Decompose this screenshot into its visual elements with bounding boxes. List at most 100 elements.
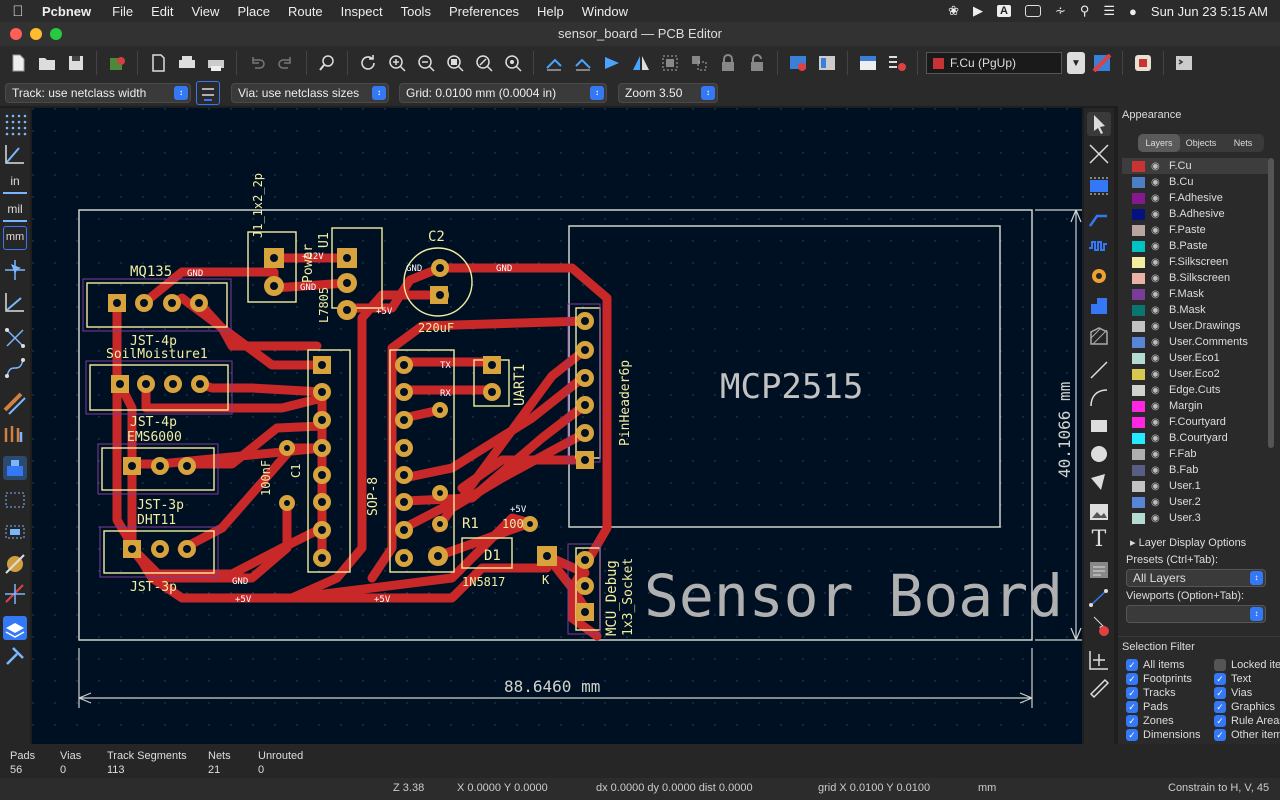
layer-color-swatch[interactable]: [1132, 304, 1145, 316]
cursor-crosshair-icon[interactable]: [3, 258, 27, 282]
high-contrast-icon[interactable]: [3, 456, 27, 480]
spotlight-icon[interactable]: ⚲: [1080, 3, 1090, 19]
checkbox-icon[interactable]: ✓: [1126, 673, 1138, 685]
eye-icon[interactable]: ◉: [1151, 289, 1163, 300]
tab-nets[interactable]: Nets: [1222, 134, 1264, 152]
menu-file[interactable]: File: [103, 4, 142, 19]
zoom-fit-icon[interactable]: [443, 51, 467, 75]
layer-color-swatch[interactable]: [1132, 384, 1145, 396]
eye-icon[interactable]: ◉: [1151, 433, 1163, 444]
layer-row[interactable]: ◉ Edge.Cuts: [1122, 382, 1268, 398]
pcb-canvas[interactable]: MCP2515 Sensor Board MQ135 J1_1x2_2p Pow…: [32, 108, 1082, 744]
layer-row[interactable]: ◉ User.1: [1122, 478, 1268, 494]
eye-icon[interactable]: ◉: [1151, 305, 1163, 316]
layer-row[interactable]: ◉ F.Adhesive: [1122, 190, 1268, 206]
plot-icon[interactable]: [204, 51, 228, 75]
layer-color-swatch[interactable]: [1132, 448, 1145, 460]
layer-pair-icon[interactable]: [1090, 51, 1114, 75]
auto-track-width-icon[interactable]: [196, 81, 220, 105]
tab-layers[interactable]: Layers: [1138, 134, 1180, 152]
layer-row[interactable]: ◉ User.3: [1122, 510, 1268, 526]
select-icon[interactable]: [1087, 112, 1111, 136]
properties-icon[interactable]: [3, 644, 27, 668]
zoom-in-icon[interactable]: [385, 51, 409, 75]
clock[interactable]: Sun Jun 23 5:15 AM: [1151, 4, 1268, 19]
eye-icon[interactable]: ◉: [1151, 193, 1163, 204]
polar-coords-icon[interactable]: [3, 142, 27, 166]
track-width-select[interactable]: Track: use netclass width ↕: [5, 83, 191, 103]
layer-row[interactable]: ◉ User.Eco1: [1122, 350, 1268, 366]
layer-color-swatch[interactable]: [1132, 400, 1145, 412]
layer-row[interactable]: ◉ User.Comments: [1122, 334, 1268, 350]
layer-color-swatch[interactable]: [1132, 288, 1145, 300]
menu-tools[interactable]: Tools: [392, 4, 440, 19]
via-display-icon[interactable]: [3, 392, 27, 416]
lock-icon[interactable]: [716, 51, 740, 75]
filter-checkbox[interactable]: ✓ All items: [1126, 659, 1185, 671]
layer-color-swatch[interactable]: [1132, 336, 1145, 348]
save-icon[interactable]: [64, 51, 88, 75]
zoom-selection-icon[interactable]: [501, 51, 525, 75]
eye-icon[interactable]: ◉: [1151, 481, 1163, 492]
eye-icon[interactable]: ◉: [1151, 257, 1163, 268]
rotate-ccw-icon[interactable]: [542, 51, 566, 75]
eye-icon[interactable]: ◉: [1151, 273, 1163, 284]
eye-icon[interactable]: ◉: [1151, 513, 1163, 524]
update-pcb-icon[interactable]: [786, 51, 810, 75]
measure-tool-icon[interactable]: [1087, 676, 1111, 700]
layer-color-swatch[interactable]: [1132, 256, 1145, 268]
layer-row[interactable]: ◉ User.2: [1122, 494, 1268, 510]
layer-row[interactable]: ◉ User.Drawings: [1122, 318, 1268, 334]
checkbox-icon[interactable]: ✓: [1126, 701, 1138, 713]
battery-icon[interactable]: [1024, 5, 1041, 17]
filter-checkbox[interactable]: ✓ Other items: [1214, 729, 1280, 741]
layer-row[interactable]: ◉ B.Silkscreen: [1122, 270, 1268, 286]
checkbox-icon[interactable]: ✓: [1214, 701, 1226, 713]
layer-color-swatch[interactable]: [1132, 368, 1145, 380]
checkbox-icon[interactable]: ✓: [1126, 715, 1138, 727]
mils-icon[interactable]: mil: [3, 198, 27, 222]
layer-row[interactable]: ◉ B.Courtyard: [1122, 430, 1268, 446]
menu-view[interactable]: View: [182, 4, 228, 19]
filter-checkbox[interactable]: ✓ Vias: [1214, 687, 1252, 699]
scripting-icon[interactable]: [1131, 51, 1155, 75]
unlock-icon[interactable]: [745, 51, 769, 75]
add-dimension-icon[interactable]: [1087, 586, 1111, 610]
layer-row[interactable]: ◉ F.Silkscreen: [1122, 254, 1268, 270]
filter-checkbox[interactable]: ✓ Pads: [1126, 701, 1168, 713]
checkbox-icon[interactable]: ✓: [1214, 715, 1226, 727]
draw-arc-icon[interactable]: [1087, 386, 1111, 410]
eye-icon[interactable]: ◉: [1151, 225, 1163, 236]
millimeters-icon[interactable]: mm: [3, 226, 27, 250]
layer-color-swatch[interactable]: [1132, 512, 1145, 524]
print-icon[interactable]: [175, 51, 199, 75]
menu-inspect[interactable]: Inspect: [332, 4, 392, 19]
set-origin-icon[interactable]: [1087, 648, 1111, 672]
checkbox-icon[interactable]: [1214, 659, 1226, 671]
mirror-icon[interactable]: [629, 51, 653, 75]
layer-row[interactable]: ◉ F.Mask: [1122, 286, 1268, 302]
new-board-icon[interactable]: [6, 51, 30, 75]
appearance-panel-icon[interactable]: [3, 616, 27, 640]
delete-icon[interactable]: [1087, 614, 1111, 638]
menu-preferences[interactable]: Preferences: [440, 4, 528, 19]
tune-length-icon[interactable]: [1087, 234, 1111, 258]
control-center-icon[interactable]: ☰: [1103, 3, 1115, 19]
chevron-down-icon[interactable]: ▼: [1067, 52, 1085, 74]
layer-color-swatch[interactable]: [1132, 224, 1145, 236]
input-source-icon[interactable]: A: [997, 5, 1011, 17]
eye-icon[interactable]: ◉: [1151, 417, 1163, 428]
layer-color-swatch[interactable]: [1132, 464, 1145, 476]
footprint-outline-icon[interactable]: [3, 520, 27, 544]
group-icon[interactable]: [658, 51, 682, 75]
find-icon[interactable]: [315, 51, 339, 75]
menu-route[interactable]: Route: [279, 4, 332, 19]
grid-select[interactable]: Grid: 0.0100 mm (0.0004 in) ↕: [399, 83, 607, 103]
netlist-icon[interactable]: [856, 51, 880, 75]
eye-icon[interactable]: ◉: [1151, 337, 1163, 348]
layer-row[interactable]: ◉ B.Paste: [1122, 238, 1268, 254]
board-setup-icon[interactable]: [105, 51, 129, 75]
eye-icon[interactable]: ◉: [1151, 369, 1163, 380]
apple-menu-icon[interactable]: : [0, 3, 36, 20]
eye-icon[interactable]: ◉: [1151, 401, 1163, 412]
